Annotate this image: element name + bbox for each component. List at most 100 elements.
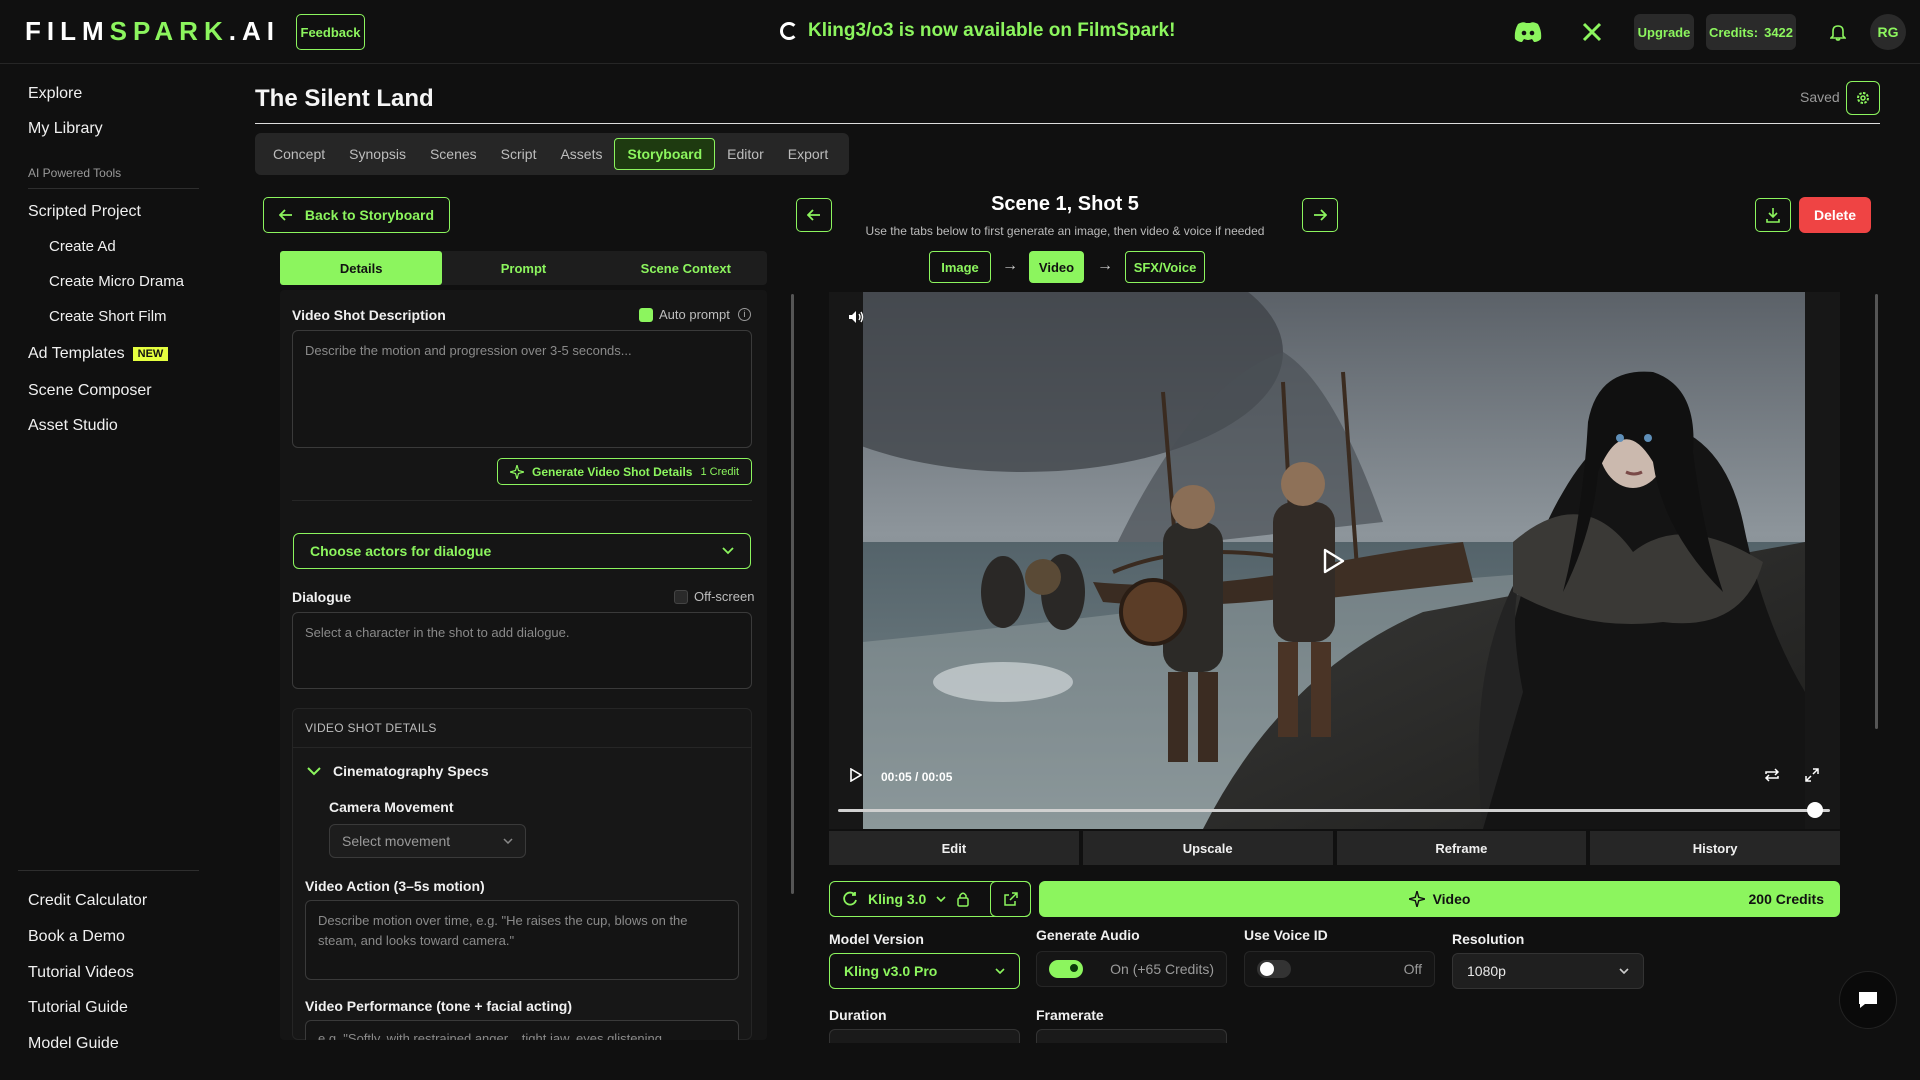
chevron-down-icon	[1619, 968, 1629, 974]
video-progress-handle[interactable]	[1807, 802, 1823, 818]
auto-prompt-label: Auto prompt	[659, 307, 730, 322]
subtab-prompt[interactable]: Prompt	[442, 251, 604, 285]
use-voice-id-toggle[interactable]	[1257, 960, 1291, 978]
model-version-select[interactable]: Kling v3.0 Pro	[829, 953, 1020, 989]
chat-icon	[1859, 992, 1877, 1008]
cinematography-label: Cinematography Specs	[333, 763, 489, 779]
delete-button[interactable]: Delete	[1799, 197, 1871, 233]
tab-scenes[interactable]: Scenes	[418, 138, 489, 170]
discord-icon[interactable]	[1514, 18, 1542, 46]
generate-video-button[interactable]: Video 200 Credits	[1039, 881, 1840, 917]
sidebar-item-explore[interactable]: Explore	[28, 85, 82, 103]
credits-label: Credits:	[1708, 24, 1759, 40]
sidebar-item-model-guide[interactable]: Model Guide	[28, 1035, 119, 1053]
video-performance-input[interactable]: e.g. "Softly, with restrained anger... t…	[305, 1020, 739, 1040]
play-center-icon[interactable]	[1323, 548, 1345, 577]
new-badge: NEW	[132, 346, 169, 361]
sidebar-item-scripted-project[interactable]: Scripted Project	[28, 203, 141, 221]
sidebar-item-create-ad[interactable]: Create Ad	[49, 238, 116, 255]
sidebar-item-create-micro-drama[interactable]: Create Micro Drama	[49, 273, 184, 290]
use-voice-id-state: Off	[1403, 961, 1422, 977]
auto-prompt-checkbox[interactable]: Auto prompt i	[639, 307, 751, 322]
video-shot-details-heading: VIDEO SHOT DETAILS	[305, 721, 437, 735]
subtab-details[interactable]: Details	[280, 251, 443, 285]
camera-movement-select[interactable]: Select movement	[329, 824, 526, 858]
tab-editor[interactable]: Editor	[715, 138, 776, 170]
video-time: 00:05 / 00:05	[881, 770, 953, 784]
right-panel-scrollbar[interactable]	[1875, 294, 1878, 729]
generate-details-cost: 1 Credit	[700, 465, 740, 478]
previous-shot-button[interactable]	[796, 198, 832, 232]
camera-movement-label: Camera Movement	[329, 799, 454, 815]
tab-assets[interactable]: Assets	[548, 138, 614, 170]
sidebar-item-tutorial-videos[interactable]: Tutorial Videos	[28, 964, 134, 982]
resolution-value: 1080p	[1467, 963, 1506, 979]
tab-synopsis[interactable]: Synopsis	[337, 138, 418, 170]
sidebar-item-tutorial-guide[interactable]: Tutorial Guide	[28, 999, 128, 1017]
x-icon[interactable]	[1578, 18, 1606, 46]
fullscreen-icon[interactable]	[1805, 768, 1819, 785]
external-link-icon	[1003, 892, 1018, 906]
detail-subtabs: Details Prompt Scene Context	[280, 251, 767, 285]
generate-audio-toggle[interactable]	[1049, 960, 1083, 978]
sidebar-item-scene-composer[interactable]: Scene Composer	[28, 382, 152, 400]
cinematography-toggle[interactable]: Cinematography Specs	[307, 763, 489, 779]
loop-icon[interactable]	[1764, 768, 1780, 785]
video-shot-description-input[interactable]: Describe the motion and progression over…	[292, 330, 752, 448]
resolution-select[interactable]: 1080p	[1452, 953, 1644, 989]
video-progress-bar[interactable]	[838, 809, 1830, 812]
settings-button[interactable]	[1846, 81, 1880, 115]
next-shot-button[interactable]	[1302, 198, 1338, 232]
step-image[interactable]: Image	[929, 251, 991, 283]
tab-storyboard[interactable]: Storyboard	[614, 138, 716, 170]
tab-concept[interactable]: Concept	[261, 138, 337, 170]
reframe-button[interactable]: Reframe	[1336, 831, 1587, 865]
video-action-label: Video Action (3–5s motion)	[305, 878, 485, 894]
back-to-storyboard-button[interactable]: Back to Storyboard	[263, 197, 450, 233]
checkbox-checked-icon	[639, 307, 653, 322]
video-action-input[interactable]: Describe motion over time, e.g. "He rais…	[305, 900, 739, 980]
volume-icon[interactable]	[848, 310, 864, 327]
shot-subtitle: Use the tabs below to first generate an …	[865, 224, 1265, 238]
step-video[interactable]: Video	[1029, 251, 1084, 283]
chat-button[interactable]	[1840, 972, 1896, 1028]
sidebar-item-create-short-film[interactable]: Create Short Film	[49, 308, 167, 325]
framerate-select[interactable]	[1036, 1029, 1227, 1043]
play-icon[interactable]	[850, 767, 863, 785]
offscreen-checkbox[interactable]: Off-screen	[674, 589, 754, 604]
feedback-button[interactable]: Feedback	[296, 14, 365, 50]
user-avatar[interactable]: RG	[1870, 14, 1906, 50]
sidebar-item-credit-calculator[interactable]: Credit Calculator	[28, 892, 147, 910]
chevron-down-icon	[503, 838, 513, 844]
video-button-label: Video	[1432, 891, 1471, 907]
step-sfx-voice[interactable]: SFX/Voice	[1125, 251, 1205, 283]
history-button[interactable]: History	[1590, 831, 1840, 865]
duration-select[interactable]	[829, 1029, 1020, 1043]
duration-label: Duration	[829, 1007, 887, 1023]
sidebar-item-my-library[interactable]: My Library	[28, 120, 103, 138]
generate-details-label: Generate Video Shot Details	[531, 464, 693, 479]
sidebar-item-asset-studio[interactable]: Asset Studio	[28, 417, 118, 435]
filmspark-logo[interactable]: FILMSPARK.AI	[25, 16, 280, 47]
left-panel-scrollbar[interactable]	[791, 294, 794, 894]
edit-button[interactable]: Edit	[829, 831, 1079, 865]
info-icon[interactable]: i	[737, 308, 751, 321]
subtab-scene-context[interactable]: Scene Context	[605, 251, 767, 285]
upscale-button[interactable]: Upscale	[1082, 831, 1333, 865]
sidebar-item-ad-templates[interactable]: Ad Templates NEW	[28, 345, 169, 363]
open-external-button[interactable]	[990, 881, 1031, 917]
dialogue-input[interactable]: Select a character in the shot to add di…	[292, 612, 752, 689]
generate-video-shot-details-button[interactable]: Generate Video Shot Details 1 Credit	[497, 458, 752, 485]
tab-export[interactable]: Export	[776, 138, 840, 170]
tab-script[interactable]: Script	[489, 138, 549, 170]
bell-icon[interactable]	[1824, 18, 1852, 46]
resolution-label: Resolution	[1452, 931, 1525, 947]
upgrade-button[interactable]: Upgrade	[1634, 14, 1694, 50]
model-label: Kling 3.0	[868, 891, 927, 907]
sidebar-item-book-a-demo[interactable]: Book a Demo	[28, 928, 125, 946]
sidebar-divider-bottom	[18, 870, 199, 871]
choose-actors-dropdown[interactable]: Choose actors for dialogue	[293, 533, 751, 569]
download-button[interactable]	[1755, 198, 1791, 232]
sidebar-section-label: AI Powered Tools	[28, 166, 122, 180]
credits-display[interactable]: Credits: 3422	[1706, 14, 1796, 50]
